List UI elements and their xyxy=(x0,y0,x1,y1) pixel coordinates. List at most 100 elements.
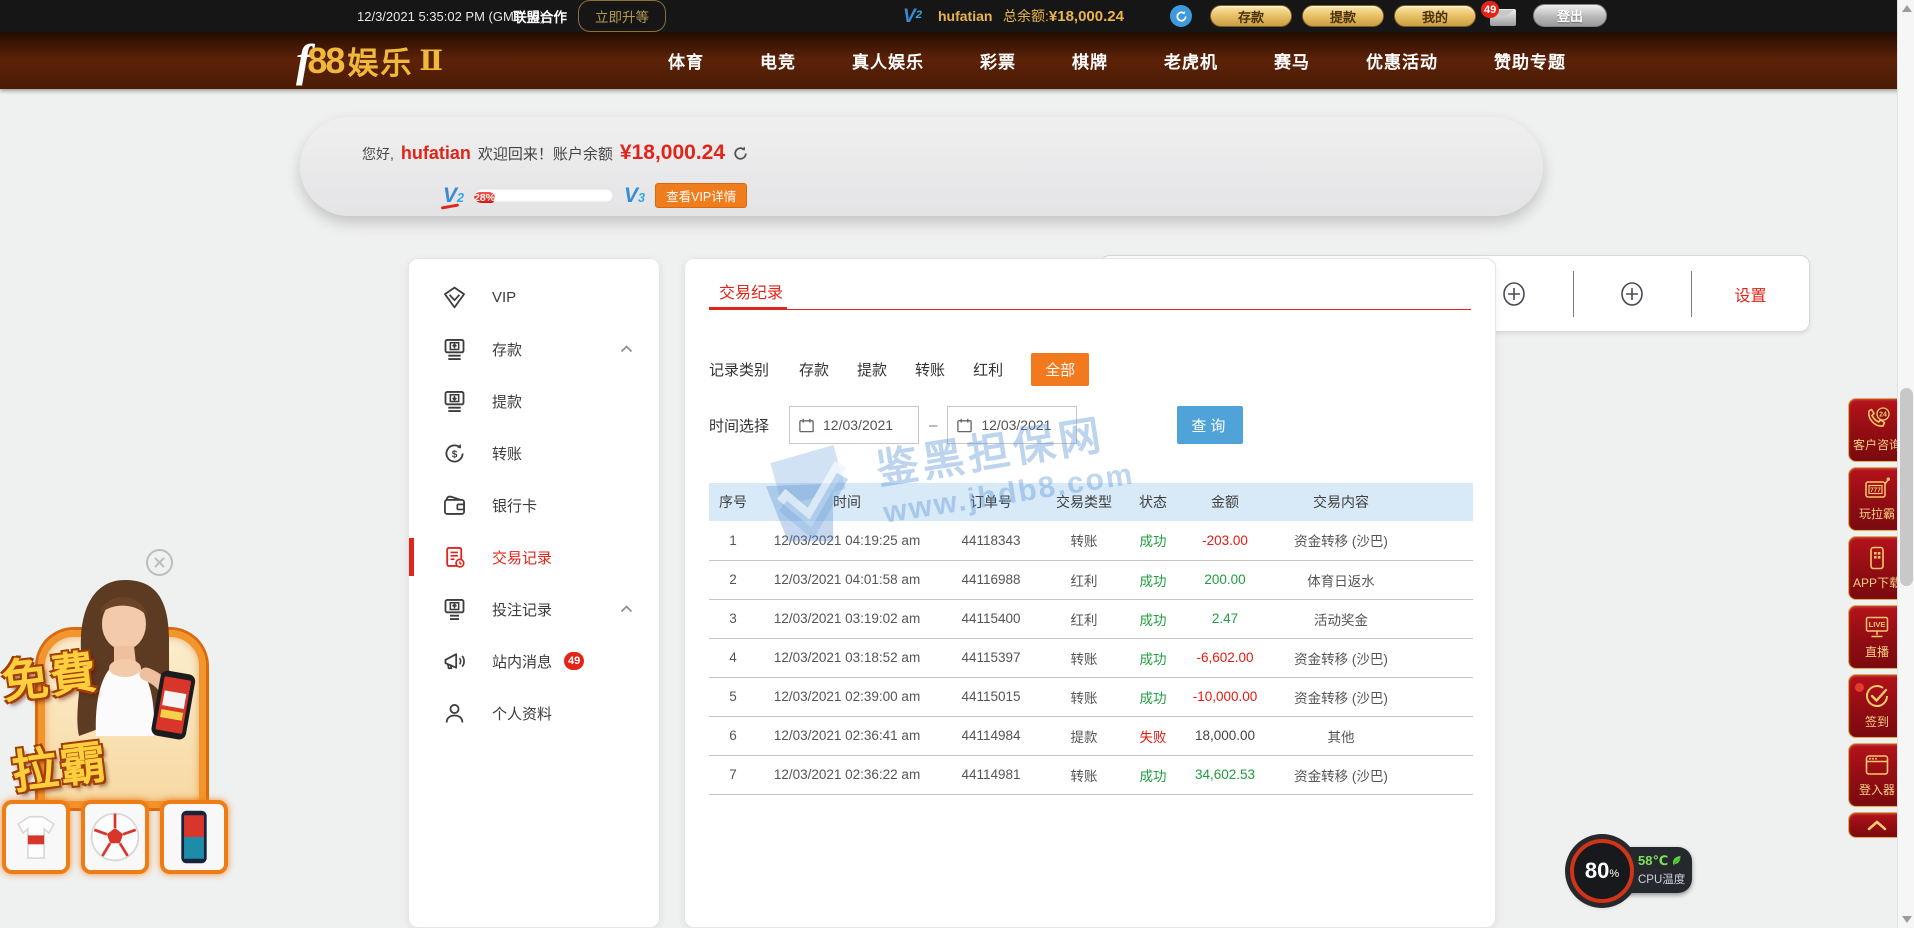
scroll-up-arrow[interactable] xyxy=(1902,5,1912,12)
greeting-suffix: 欢迎回来！账户余额 xyxy=(478,143,613,164)
cpu-percent-value: 80 xyxy=(1585,858,1609,884)
table-header-filler xyxy=(1415,483,1473,521)
transaction-record-icon xyxy=(441,544,468,571)
filter-option-deposit[interactable]: 存款 xyxy=(799,359,829,380)
date-from-input[interactable]: 12/03/2021 xyxy=(789,406,919,444)
sidebar-item-label: VIP xyxy=(492,289,516,306)
slot-machine-icon: 777 xyxy=(1863,476,1891,502)
cell-type: 转账 xyxy=(1045,755,1123,794)
nav-item-sports[interactable]: 体育 xyxy=(668,48,704,73)
refresh-icon xyxy=(1170,5,1192,27)
sidebar-item-bank-card[interactable]: 银行卡 xyxy=(409,479,659,531)
nav-item-esports[interactable]: 电竞 xyxy=(760,48,796,73)
wallet-settings-button[interactable]: 设置 xyxy=(1692,271,1809,317)
sidebar-item-bet-record[interactable]: 投注记录 xyxy=(409,583,659,635)
search-button[interactable]: 查询 xyxy=(1177,406,1243,444)
refresh-balance-button[interactable] xyxy=(1170,0,1192,32)
plus-circle-icon xyxy=(1499,279,1529,309)
greeting-line: 您好, hufatian 欢迎回来！账户余额 ¥18,000.24 xyxy=(362,141,749,165)
cell-type: 转账 xyxy=(1045,638,1123,677)
cell-status: 成功 xyxy=(1123,599,1183,638)
cell-type: 转账 xyxy=(1045,677,1123,716)
cell-time: 12/03/2021 02:36:22 am xyxy=(757,755,937,794)
table-header-cell: 订单号 xyxy=(937,483,1045,521)
table-header-cell: 序号 xyxy=(709,483,757,521)
nav-item-lottery[interactable]: 彩票 xyxy=(980,48,1016,73)
cell-type: 红利 xyxy=(1045,560,1123,599)
cell-no: 1 xyxy=(709,521,757,560)
refresh-balance-icon[interactable] xyxy=(732,145,749,162)
nav-item-promotions[interactable]: 优惠活动 xyxy=(1366,48,1438,73)
float-label: 直播 xyxy=(1865,643,1889,660)
mine-button[interactable]: 我的 xyxy=(1394,5,1476,27)
sidebar-item-transaction-record[interactable]: 交易记录 xyxy=(409,531,659,583)
cell-content: 其他 xyxy=(1267,716,1415,755)
deposit-button[interactable]: 存款 xyxy=(1210,5,1292,27)
launcher-window-icon xyxy=(1863,752,1891,778)
nav-item-board-games[interactable]: 棋牌 xyxy=(1072,48,1108,73)
sidebar-item-vip[interactable]: VIP xyxy=(409,271,659,323)
cell-filler xyxy=(1415,716,1473,755)
cell-status: 成功 xyxy=(1123,560,1183,599)
sidebar-item-messages[interactable]: 站内消息 49 xyxy=(409,635,659,687)
sidebar-item-label: 站内消息 xyxy=(492,651,552,672)
scrollbar-thumb[interactable] xyxy=(1900,388,1913,586)
filter-option-bonus[interactable]: 红利 xyxy=(973,359,1003,380)
cpu-temperature: 58℃ xyxy=(1638,853,1692,869)
check-in-icon xyxy=(1863,682,1891,710)
close-icon xyxy=(153,556,166,569)
cell-content: 活动奖金 xyxy=(1267,599,1415,638)
cell-filler xyxy=(1415,521,1473,560)
cell-status: 成功 xyxy=(1123,755,1183,794)
logout-button[interactable]: 登出 xyxy=(1533,4,1607,27)
sidebar-item-transfer[interactable]: $ 转账 xyxy=(409,427,659,479)
withdraw-button[interactable]: 提款 xyxy=(1302,5,1384,27)
upgrade-button[interactable]: 立即升等 xyxy=(578,0,666,32)
cell-filler xyxy=(1415,560,1473,599)
date-to-input[interactable]: 12/03/2021 xyxy=(947,406,1077,444)
table-row: 112/03/2021 04:19:25 am44118343转账成功-203.… xyxy=(709,521,1473,560)
site-logo[interactable]: f 88 娱乐 Ⅱ xyxy=(296,32,443,89)
deposit-icon xyxy=(441,336,468,363)
tab-transaction-records[interactable]: 交易纪录 xyxy=(719,279,783,303)
notification-dot xyxy=(1855,683,1864,692)
vip-progress-row: V2 28% V3 查看VIP详情 xyxy=(443,183,747,208)
sidebar-item-profile[interactable]: 个人资料 xyxy=(409,687,659,739)
alliance-link[interactable]: 联盟合作 xyxy=(513,0,567,32)
nav-item-horse-racing[interactable]: 赛马 xyxy=(1274,48,1310,73)
cpu-percent-sign: % xyxy=(1609,868,1619,880)
megaphone-icon xyxy=(441,648,468,675)
logo-suffix: Ⅱ xyxy=(419,44,443,78)
table-row: 712/03/2021 02:36:22 am44114981转账成功34,60… xyxy=(709,755,1473,794)
vip-level-badge: V2 xyxy=(903,0,922,32)
cell-amount: 18,000.00 xyxy=(1183,716,1267,755)
nav-item-sponsorship[interactable]: 赞助专题 xyxy=(1494,48,1566,73)
transaction-panel: 交易纪录 记录类别 存款 提款 转账 红利 全部 时间选择 12/03/2021… xyxy=(684,258,1496,928)
account-balance: ¥18,000.24 xyxy=(620,141,725,165)
promo-close-button[interactable] xyxy=(146,549,173,576)
sidebar-item-label: 转账 xyxy=(492,443,522,464)
free-slots-promo-banner[interactable]: 免費 拉霸 xyxy=(2,588,228,878)
date-range-row: 时间选择 12/03/2021 – 12/03/2021 查询 xyxy=(709,406,1243,444)
transaction-table: 序号时间订单号交易类型状态金额交易内容 112/03/2021 04:19:25… xyxy=(709,483,1473,795)
greeting-prefix: 您好, xyxy=(362,144,394,164)
cell-time: 12/03/2021 03:19:02 am xyxy=(757,599,937,638)
scroll-down-arrow[interactable] xyxy=(1902,916,1912,923)
add-wallet-button[interactable] xyxy=(1574,271,1692,317)
table-row: 412/03/2021 03:18:52 am44115397转账成功-6,60… xyxy=(709,638,1473,677)
cell-no: 4 xyxy=(709,638,757,677)
reel-jersey xyxy=(2,800,70,874)
vip-detail-button[interactable]: 查看VIP详情 xyxy=(655,183,747,208)
soccer-ball-icon xyxy=(88,810,142,864)
transfer-icon: $ xyxy=(441,440,468,467)
nav-item-live-casino[interactable]: 真人娱乐 xyxy=(852,48,924,73)
sidebar-item-deposit[interactable]: 存款 xyxy=(409,323,659,375)
sidebar-item-withdraw[interactable]: 提款 xyxy=(409,375,659,427)
table-header-cell: 金额 xyxy=(1183,483,1267,521)
filter-option-transfer[interactable]: 转账 xyxy=(915,359,945,380)
filter-option-all-active[interactable]: 全部 xyxy=(1031,353,1089,386)
cell-status: 成功 xyxy=(1123,638,1183,677)
page-scrollbar[interactable] xyxy=(1897,0,1914,928)
filter-option-withdraw[interactable]: 提款 xyxy=(857,359,887,380)
nav-item-slots[interactable]: 老虎机 xyxy=(1164,48,1218,73)
